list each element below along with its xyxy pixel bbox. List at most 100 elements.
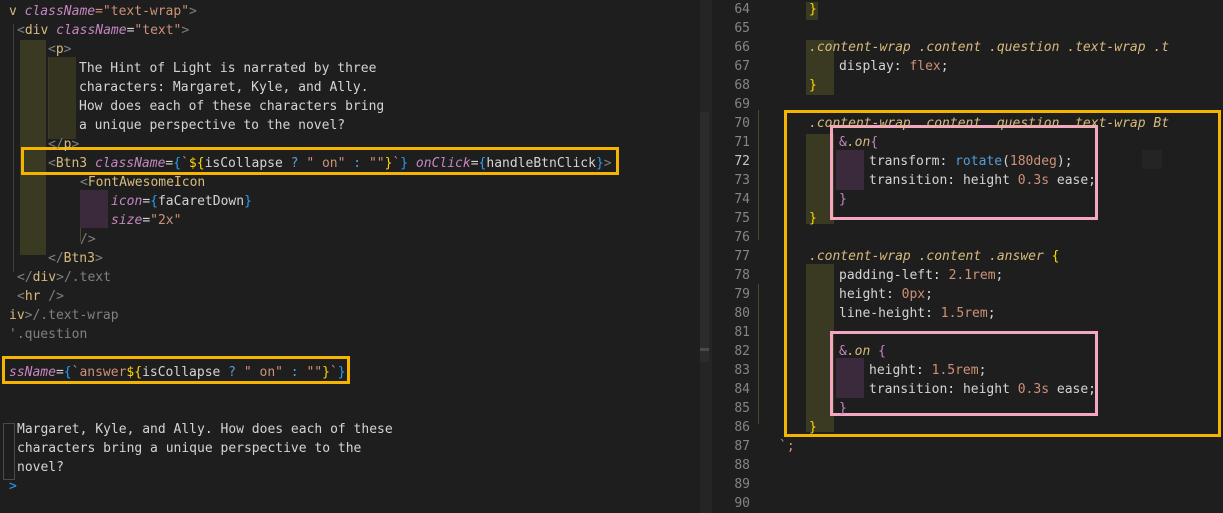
right-editor-pane[interactable]: 64} 65 66 .content-wrap .content .question … xyxy=(712,0,1223,513)
code-line[interactable]: } xyxy=(809,76,817,95)
code-line[interactable]: How does each of these characters bring xyxy=(79,97,384,116)
code-token: hr xyxy=(24,289,41,304)
code-line[interactable]: height: 0px; xyxy=(839,285,933,304)
code-line[interactable]: } xyxy=(809,0,817,19)
css-token: & xyxy=(839,344,847,359)
code-line[interactable]: </p> xyxy=(48,135,79,154)
css-token: flex xyxy=(909,59,941,74)
code-token: iv xyxy=(9,308,25,323)
current-line-highlight xyxy=(1142,150,1162,169)
left-editor-pane[interactable]: v className="text-wrap"> <div className="… xyxy=(0,0,700,513)
line-number: 90 xyxy=(734,496,750,511)
code-line[interactable]: v className="text-wrap"> xyxy=(9,2,197,21)
scrollbar-thumb[interactable] xyxy=(700,112,709,362)
code-line[interactable]: > xyxy=(9,477,17,496)
code-token: icon xyxy=(111,194,143,209)
code-line[interactable]: size="2x" xyxy=(111,211,181,230)
code-token: : xyxy=(345,156,369,171)
code-line[interactable]: transition: height 0.3s ease; xyxy=(869,380,1096,399)
css-token: 1.5rem xyxy=(940,306,988,321)
code-token: { xyxy=(173,156,182,171)
line-number: 89 xyxy=(734,477,750,492)
code-token: } xyxy=(244,194,252,209)
code-line[interactable]: transition: height 0.3s ease; xyxy=(869,171,1096,190)
css-token: { xyxy=(870,135,879,150)
code-line[interactable]: characters bring a unique perspective to… xyxy=(17,439,361,458)
css-token: } xyxy=(839,192,847,207)
code-line[interactable]: <p> xyxy=(48,40,71,59)
code-line[interactable]: novel? xyxy=(17,458,64,477)
code-token: </ xyxy=(48,251,64,266)
line-number: 86 xyxy=(734,420,750,435)
code-line[interactable]: height: 1.5rem; xyxy=(869,361,986,380)
code-line[interactable]: a unique perspective to the novel? xyxy=(79,116,345,135)
code-line[interactable]: `; xyxy=(779,437,795,456)
code-token: handleBtnClick xyxy=(486,156,596,171)
code-line[interactable]: .content-wrap .content .question .text-w… xyxy=(809,38,1169,57)
line-number: 83 xyxy=(734,363,750,378)
code-token: Btn3 xyxy=(63,251,95,266)
code-token: > xyxy=(181,23,190,38)
code-line[interactable]: line-height: 1.5rem; xyxy=(839,304,996,323)
code-line[interactable]: <hr /> xyxy=(17,287,64,306)
code-token: className xyxy=(94,156,166,171)
code-line[interactable]: Margaret, Kyle, and Ally. How does each … xyxy=(17,420,393,439)
code-token: > xyxy=(189,4,197,19)
indent-guide xyxy=(758,284,759,424)
css-token: : xyxy=(947,382,963,397)
css-token: & xyxy=(839,135,847,150)
line-number: 79 xyxy=(734,287,750,302)
code-line[interactable]: padding-left: 2.1rem; xyxy=(839,266,1003,285)
css-token xyxy=(1010,173,1018,188)
code-token: </ xyxy=(48,137,64,152)
code-token: p xyxy=(55,42,64,57)
line-number: 64 xyxy=(734,2,750,17)
code-line[interactable]: characters: Margaret, Kyle, and Ally. xyxy=(79,78,369,97)
code-token: = xyxy=(142,213,151,228)
css-token: .content-wrap .content .question .text-w… xyxy=(809,40,1170,55)
code-line[interactable]: </Btn3> xyxy=(48,249,103,268)
code-line[interactable]: /> xyxy=(80,230,96,249)
code-token: " on" xyxy=(306,156,346,171)
code-line[interactable]: display: flex; xyxy=(839,57,949,76)
code-line[interactable]: &.on{ xyxy=(839,133,878,152)
css-token: : xyxy=(939,154,956,169)
code-token: ` xyxy=(329,365,338,380)
css-token: ); xyxy=(1056,154,1073,169)
code-line[interactable]: <FontAwesomeIcon xyxy=(80,173,205,192)
code-line[interactable]: icon={faCaretDown} xyxy=(111,192,252,211)
code-line[interactable]: transform: rotate(180deg); xyxy=(869,152,1073,171)
code-token: > xyxy=(603,156,612,171)
code-line[interactable]: <div className="text"> xyxy=(17,21,189,40)
css-token: .on xyxy=(846,344,879,359)
code-line[interactable]: .content-wrap .content .question .text-w… xyxy=(809,114,1169,133)
css-token: : xyxy=(885,287,902,302)
line-number: 85 xyxy=(734,401,750,416)
code-token: '.question xyxy=(9,327,88,342)
code-line[interactable]: </div>/.text xyxy=(17,268,111,287)
code-token: > xyxy=(63,42,72,57)
code-line[interactable]: } xyxy=(809,418,817,437)
code-token: How does each of these characters bring xyxy=(79,99,385,114)
css-token xyxy=(1010,382,1018,397)
code-token: ssName xyxy=(9,365,56,380)
code-line[interactable]: iv>/.text-wrap xyxy=(9,306,119,325)
code-line[interactable]: } xyxy=(839,399,847,418)
css-token: ease; xyxy=(1049,173,1097,188)
css-token: ; xyxy=(995,268,1004,283)
code-line[interactable]: &.on { xyxy=(839,342,886,361)
line-number: 78 xyxy=(734,268,750,283)
code-line[interactable]: ssName={` answer${isCollapse ? " on" : ""… xyxy=(9,363,346,382)
code-line[interactable]: .content-wrap .content .answer { xyxy=(809,247,1059,266)
code-line[interactable]: '.question xyxy=(9,325,87,344)
code-line[interactable]: } xyxy=(809,209,817,228)
css-token: ( xyxy=(1002,154,1010,169)
code-line[interactable]: The Hint of Light is narrated by three xyxy=(79,59,376,78)
line-number: 87 xyxy=(734,439,750,454)
code-token: < xyxy=(17,289,25,304)
indent-guide xyxy=(758,110,759,240)
code-line[interactable]: <Btn3 className = {`${isCollapse ? " on" :… xyxy=(48,154,612,173)
css-token: transition xyxy=(869,382,948,397)
code-line[interactable]: } xyxy=(839,190,847,209)
